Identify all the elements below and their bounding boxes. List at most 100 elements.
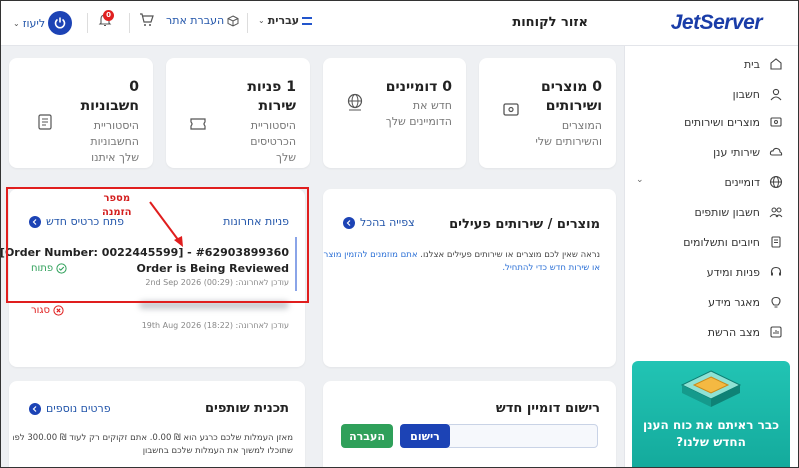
cart-button[interactable] <box>139 13 154 27</box>
affiliate-text: מאזן העמלות שלכם כרגע הוא ₪ 0.00. אתם זק… <box>13 432 293 458</box>
ticket-item[interactable]: עודכן לאחרונה: 19th Aug 2026 (18:22) סגו… <box>29 301 297 335</box>
user-menu[interactable]: ⌄ ליעוז <box>13 11 73 35</box>
stat-desc-line: הכרטיסים <box>250 135 296 148</box>
sidebar-item-label: חשבון שותפים <box>694 205 760 219</box>
sidebar-item-cloud[interactable]: שירותי ענן <box>634 140 784 164</box>
x-circle-icon <box>53 305 64 316</box>
stat-card-invoices[interactable]: 0 חשבוניות היסטוריית החשבוניות שלך איתנו <box>9 58 153 168</box>
affiliate-text-line: שתוכלו למשוך את העמלות שלכם בחשבון <box>142 446 293 456</box>
domain-register-panel: רישום דומיין חדש רישום העברה <box>323 381 616 467</box>
sidebar-item-support[interactable]: פניות ומידע <box>634 260 784 284</box>
stat-number-line: ושירותים <box>545 98 602 114</box>
products-icon <box>503 103 519 116</box>
stat-desc-line: היסטוריית <box>250 119 296 132</box>
stat-number-line: 1 פניות <box>247 79 296 95</box>
chevron-left-icon <box>29 402 41 415</box>
stat-desc-line: היסטוריית <box>93 119 139 132</box>
stat-desc-line: הדומיינים שלך <box>385 115 452 128</box>
affiliate-more-label: פרטים נוספים <box>46 402 111 415</box>
globe-icon <box>768 174 784 190</box>
sidebar-item-label: פניות ומידע <box>706 265 760 279</box>
stat-number-line: חשבוניות <box>80 98 139 114</box>
ticket-status-closed: סגור <box>31 305 64 316</box>
headset-icon <box>768 264 784 280</box>
stat-desc-line: חדש את <box>412 99 452 112</box>
invoice-icon <box>38 114 52 130</box>
sidebar-item-domains[interactable]: דומיינים ⌄ <box>634 170 784 194</box>
browser-frame: JetServer אזור לקוחות ⌄ עברית העברת אתר … <box>0 0 799 468</box>
partners-icon <box>768 204 784 220</box>
sidebar: בית חשבון מוצרים ושירותים שירותי ענן דומ… <box>624 46 798 467</box>
chevron-down-icon: ⌄ <box>636 175 644 185</box>
sidebar-item-network-status[interactable]: מצב הרשת <box>634 320 784 344</box>
transfer-label: העברת אתר <box>166 14 225 27</box>
notification-badge: 0 <box>103 10 114 21</box>
products-icon <box>768 114 784 130</box>
status-label: סגור <box>31 305 50 316</box>
panel-title: תכנית שותפים <box>205 401 289 416</box>
chevron-left-icon <box>343 216 355 229</box>
view-all-link[interactable]: צפייה בהכל <box>343 216 415 229</box>
ticket-updated: עודכן לאחרונה: 19th Aug 2026 (18:22) <box>141 321 289 330</box>
sidebar-item-products[interactable]: מוצרים ושירותים <box>634 110 784 134</box>
transfer-button[interactable]: העברה <box>341 424 393 448</box>
stat-number: 0 דומיינים <box>385 79 452 95</box>
top-header: JetServer אזור לקוחות ⌄ עברית העברת אתר … <box>1 1 798 46</box>
stat-number: 0 חשבוניות <box>81 78 139 116</box>
stat-desc: היסטוריית הכרטיסים שלך <box>250 118 296 166</box>
empty-products-text: נראה שאין לכם מוצרים או שירותים פעילים א… <box>324 249 600 275</box>
user-name: ליעוז <box>22 16 46 30</box>
stat-card-domains[interactable]: 0 דומיינים חדש את הדומיינים שלך <box>323 58 466 168</box>
sidebar-item-label: מצב הרשת <box>707 325 760 339</box>
transfer-site-link[interactable]: העברת אתר <box>166 14 239 27</box>
sidebar-item-label: שירותי ענן <box>713 145 760 159</box>
promo-banner[interactable]: כבר ראיתם את כוח הענן החדש שלנו? <box>632 361 790 467</box>
logo[interactable]: JetServer <box>671 11 763 35</box>
stat-number-line: שירות <box>258 98 296 114</box>
flag-icon <box>302 16 313 25</box>
sidebar-item-home[interactable]: בית <box>634 52 784 76</box>
sidebar-item-label: מאגר מידע <box>708 295 760 309</box>
stat-desc-line: והשירותים שלי <box>535 135 602 148</box>
language-label: עברית <box>267 14 300 27</box>
stat-number-line: 0 <box>129 79 139 95</box>
sidebar-item-knowledgebase[interactable]: מאגר מידע <box>634 290 784 314</box>
text-part: נראה שאין לכם מוצרים או שירותים פעילים א… <box>420 250 600 260</box>
cart-icon <box>140 13 154 26</box>
stat-desc: חדש את הדומיינים שלך <box>386 98 452 130</box>
header-divider <box>129 13 130 33</box>
stat-desc-line: שלך איתנו <box>91 151 139 164</box>
header-divider <box>87 13 88 33</box>
register-button[interactable]: רישום <box>400 424 450 448</box>
view-all-label: צפייה בהכל <box>360 216 415 229</box>
affiliate-text-line: מאזן העמלות שלכם כרגע הוא ₪ 0.00. אתם זק… <box>13 433 293 443</box>
promo-text: כבר ראיתם את כוח הענן החדש שלנו? <box>632 417 790 451</box>
affiliate-more-link[interactable]: פרטים נוספים <box>29 402 111 415</box>
stat-desc-line: החשבוניות <box>90 135 139 148</box>
stat-card-products[interactable]: 0 מוצרים ושירותים המוצרים והשירותים שלי <box>479 58 616 168</box>
invoice-icon <box>768 234 784 250</box>
notifications-button[interactable]: 0 <box>97 10 114 28</box>
panel-title: מוצרים / שירותים פעילים <box>449 217 600 232</box>
sidebar-item-billing[interactable]: חיובים ותשלומים <box>634 230 784 254</box>
chevron-down-icon: ⌄ <box>258 16 265 25</box>
lightbulb-icon <box>768 294 784 310</box>
domain-search-input[interactable] <box>446 424 598 448</box>
language-selector[interactable]: ⌄ עברית <box>258 14 313 27</box>
sidebar-item-partners[interactable]: חשבון שותפים <box>634 200 784 224</box>
chevron-down-icon: ⌄ <box>13 18 20 28</box>
order-link[interactable]: או שירות חדש כדי להתחיל. <box>502 263 600 273</box>
stat-number: 0 מוצרים ושירותים <box>541 78 602 116</box>
stat-desc: המוצרים והשירותים שלי <box>535 118 602 150</box>
sidebar-item-account[interactable]: חשבון <box>634 82 784 106</box>
affiliate-panel: תכנית שותפים פרטים נוספים מאזן העמלות של… <box>9 381 305 467</box>
home-icon <box>768 56 784 72</box>
annotation-line: מספר <box>103 193 131 204</box>
order-link[interactable]: אתם מוזמנים להזמין מוצר <box>324 250 418 260</box>
header-divider <box>247 13 248 33</box>
stat-desc-line: המוצרים <box>561 119 602 132</box>
stat-card-tickets[interactable]: 1 פניות שירות היסטוריית הכרטיסים שלך <box>166 58 310 168</box>
promo-line: החדש שלנו? <box>676 435 746 449</box>
annotation-line: הזמנה <box>102 207 132 218</box>
sidebar-item-label: בית <box>743 57 760 71</box>
